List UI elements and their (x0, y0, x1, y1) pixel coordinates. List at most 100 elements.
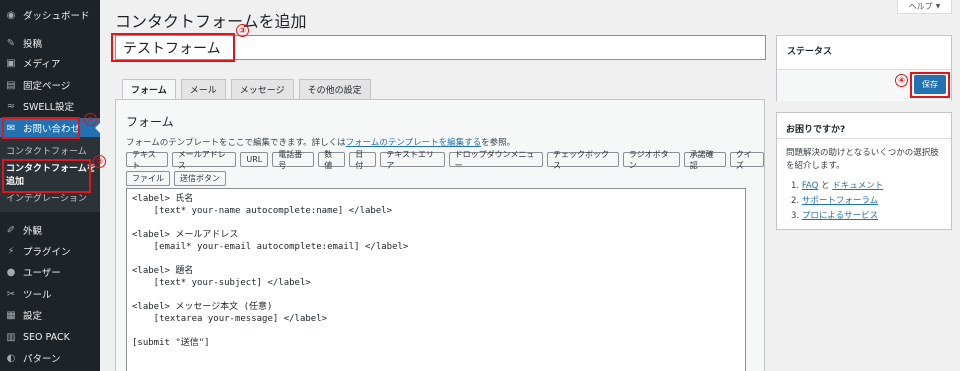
edit-template-link[interactable]: フォームのテンプレートを編集する (346, 138, 482, 148)
tag-button-textarea[interactable]: テキストエリア (380, 150, 445, 170)
sidebar-item-posts[interactable]: ✎ 投稿 (0, 33, 100, 53)
tag-button-acceptance[interactable]: 承諾確認 (683, 150, 726, 170)
step-marker-2: ② (93, 155, 106, 168)
tab-form[interactable]: フォーム (122, 79, 176, 99)
help-list-item: 2. サポートフォーラム (791, 194, 878, 206)
highlight-box-3 (111, 33, 235, 62)
code-line: <label> メールアドレス (132, 230, 239, 240)
code-line: <label> 題名 (132, 266, 194, 276)
sidebar-item-label: パターン (23, 354, 61, 365)
sidebar-item-settings[interactable]: ▦ 設定 (0, 305, 100, 325)
list-number: 2. (791, 196, 800, 206)
tag-button-quiz[interactable]: クイズ (729, 150, 765, 170)
help-list-item: 1. FAQ と ドキュメント (791, 179, 883, 191)
sidebar-item-tools[interactable]: ✂ ツール (0, 284, 100, 304)
highlight-box-4 (910, 72, 950, 98)
sidebar-item-pages[interactable]: ▤ 固定ページ (0, 75, 100, 95)
tag-generator-row-2: ファイル 送信ボタン (126, 171, 226, 186)
seo-icon: ▥ (6, 331, 16, 343)
user-icon: ● (6, 266, 16, 278)
form-panel: フォーム フォームのテンプレートをここで編集できます。詳しくはフォームのテンプレ… (115, 99, 765, 371)
tag-button-dropdown[interactable]: ドロップダウンメニュー (448, 150, 543, 170)
highlight-box-2 (2, 159, 91, 193)
panel-desc-text: フォームのテンプレートをここで編集できます。詳しくは (126, 138, 346, 148)
help-box: お困りですか? 問題解決の助けとなるいくつかの選択肢を紹介します。 1. FAQ… (776, 112, 952, 230)
sidebar-item-label: ツール (23, 290, 52, 301)
list-number: 1. (791, 181, 800, 191)
sidebar-item-plugins[interactable]: ⚡ プラグイン (0, 241, 100, 261)
sidebar-item-users[interactable]: ● ユーザー (0, 262, 100, 282)
tag-button-url[interactable]: URL (240, 152, 269, 167)
tab-mail[interactable]: メール (180, 79, 226, 99)
tag-button-email[interactable]: メールアドレス (171, 150, 237, 170)
sidebar-item-appearance[interactable]: ✐ 外観 (0, 220, 100, 240)
professional-services-link[interactable]: プロによるサービス (802, 211, 878, 221)
sidebar-item-swell[interactable]: ≈ SWELL設定 (0, 96, 100, 116)
sidebar-item-label: 外観 (23, 226, 43, 237)
step-marker-1: ① (84, 113, 97, 126)
submenu-contact-forms[interactable]: コンタクトフォーム (6, 146, 98, 159)
step-marker-3: ③ (236, 24, 249, 37)
step-marker-4: ④ (895, 74, 908, 87)
documentation-link[interactable]: ドキュメント (832, 181, 883, 191)
faq-link[interactable]: FAQ (802, 181, 818, 191)
list-number: 3. (791, 211, 800, 221)
panel-desc-text-after: を参照。 (481, 138, 516, 148)
sidebar-item-label: ユーザー (23, 268, 61, 279)
media-icon: ▣ (6, 57, 16, 69)
sidebar-item-label: 設定 (23, 311, 43, 322)
tag-button-number[interactable]: 数値 (318, 150, 346, 170)
sidebar-item-label: ダッシュボード (23, 11, 90, 22)
swell-icon: ≈ (6, 100, 16, 112)
sidebar-item-label: プラグイン (23, 247, 71, 258)
sidebar-item-label: 固定ページ (23, 81, 71, 92)
brush-icon: ✐ (6, 224, 16, 236)
sidebar-item-label: メディア (23, 59, 61, 70)
tag-button-submit[interactable]: 送信ボタン (174, 171, 226, 186)
submenu-integration[interactable]: インテグレーション (6, 193, 98, 206)
sidebar-item-dashboard[interactable]: ◉ ダッシュボード (0, 5, 100, 25)
help-box-text: 問題解決の助けとなるいくつかの選択肢を紹介します。 (786, 148, 939, 171)
tag-button-radio[interactable]: ラジオボタン (622, 150, 680, 170)
form-template-textarea[interactable]: <label> 氏名 [text* your-name autocomplete… (126, 188, 746, 371)
sidebar-item-seo-pack[interactable]: ▥ SEO PACK (0, 327, 100, 347)
pattern-icon: ◐ (6, 352, 16, 364)
code-line: [text* your-name autocomplete:name] </la… (132, 206, 393, 216)
tab-additional-settings[interactable]: その他の設定 (298, 79, 371, 99)
sidebar-item-media[interactable]: ▣ メディア (0, 53, 100, 73)
settings-icon: ▦ (6, 309, 16, 321)
status-heading: ステータス (787, 47, 833, 57)
highlight-box-1 (2, 117, 80, 139)
tag-button-date[interactable]: 日付 (349, 150, 377, 170)
code-line: [submit "送信"] (132, 338, 210, 348)
tag-button-text[interactable]: テキスト (126, 150, 168, 170)
help-list-item: 3. プロによるサービス (791, 209, 878, 221)
chevron-down-icon: ▼ (935, 3, 941, 10)
support-forum-link[interactable]: サポートフォーラム (802, 196, 878, 206)
panel-heading: フォーム (126, 115, 174, 129)
tag-button-checkbox[interactable]: チェックボックス (546, 150, 619, 170)
sidebar-item-label: SEO PACK (23, 331, 70, 343)
sidebar-item-patterns[interactable]: ◐ パターン (0, 348, 100, 368)
help-box-title: お困りですか? (786, 125, 846, 135)
tag-generator-row-1: テキスト メールアドレス URL 電話番号 数値 日付 テキストエリア ドロップ… (126, 150, 765, 170)
code-line: [text* your-subject] </label> (132, 278, 311, 288)
pin-icon: ✎ (6, 37, 16, 49)
tag-button-tel[interactable]: 電話番号 (272, 150, 315, 170)
help-tab-button[interactable]: ヘルプ ▼ (897, 0, 952, 14)
code-line: <label> 氏名 (132, 194, 194, 204)
code-line: [email* your-email autocomplete:email] <… (132, 242, 409, 252)
dashboard-icon: ◉ (6, 9, 16, 21)
code-line: [textarea your-message] </label> (132, 314, 328, 324)
tag-button-file[interactable]: ファイル (126, 171, 170, 186)
wrench-icon: ✂ (6, 288, 16, 300)
tab-messages[interactable]: メッセージ (230, 79, 294, 99)
plugin-icon: ⚡ (7, 245, 15, 257)
page-icon: ▤ (6, 79, 16, 91)
sidebar-item-label: 投稿 (23, 39, 43, 50)
sidebar-item-label: SWELL設定 (23, 102, 75, 113)
panel-description: フォームのテンプレートをここで編集できます。詳しくはフォームのテンプレートを編集… (126, 136, 515, 148)
